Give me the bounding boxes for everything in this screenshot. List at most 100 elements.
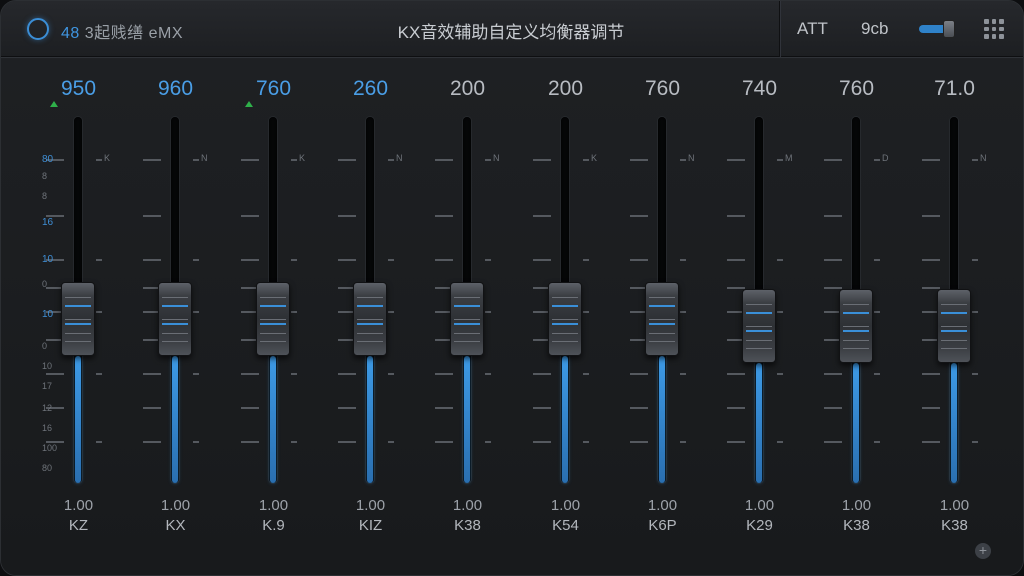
fader-knob[interactable] [450,282,484,356]
scale-tick [680,259,686,261]
scale-tick [291,373,297,375]
master-toggle[interactable] [919,20,955,38]
scale-tick [972,159,978,161]
scale-tick [388,259,394,261]
band-frequency[interactable]: 960 [127,77,224,101]
toggle-knob[interactable] [943,20,955,38]
scale-tick [824,441,842,443]
scale-label: 10 [42,309,54,320]
fader-channel-1: 950 K 1.00 KZ 80 8 8 16 10 0 10 0 10 17 12 16 100 80 [30,59,127,575]
scale-tick [291,159,297,161]
level-fill [756,363,762,483]
scale-tick [777,311,783,313]
scale-tick [630,407,648,409]
scale-tick [533,159,551,161]
scale-label: 10 [42,361,53,371]
power-ring-icon[interactable] [27,18,49,40]
scale-tick [485,311,491,313]
scale-tick [777,441,783,443]
top-bar: 48 3起贱缮 eMX KX音效辅助自定义均衡器调节 ATT 9cb [1,1,1023,57]
gain-readout[interactable]: 9cb [861,19,888,39]
fader-knob[interactable] [256,282,290,356]
scale-tick [291,259,297,261]
level-fill [75,356,81,483]
scale-label: 100 [42,443,58,453]
brand-number: 48 [61,25,80,42]
scale-tick [824,159,842,161]
scale-tick [96,441,102,443]
scale-tick [533,407,551,409]
scale-tick [583,311,589,313]
fader-knob[interactable] [645,282,679,356]
band-gain[interactable]: 1.00 [419,497,516,514]
scale-label: N [201,153,208,163]
fader-knob[interactable] [937,289,971,363]
fader-knob[interactable] [548,282,582,356]
scale-tick [435,159,453,161]
scale-label: 80 [42,463,53,473]
band-frequency[interactable]: 760 [225,77,322,101]
band-frequency[interactable]: 950 [30,77,127,101]
scale-tick [583,159,589,161]
scale-tick [727,407,745,409]
scale-label: 17 [42,381,53,391]
scale-tick [143,259,161,261]
scale-tick [485,259,491,261]
level-fill [853,363,859,483]
band-gain[interactable]: 1.00 [127,497,224,514]
scale-tick [143,373,161,375]
grid-icon[interactable] [983,18,1005,40]
scale-tick [193,159,199,161]
band-gain[interactable]: 1.00 [711,497,808,514]
scale-tick [533,441,551,443]
scale-tick [435,215,453,217]
band-gain[interactable]: 1.00 [614,497,711,514]
scale-label: 0 [42,279,48,289]
band-gain[interactable]: 1.00 [517,497,614,514]
scale-tick [485,159,491,161]
band-gain[interactable]: 1.00 [906,497,1003,514]
band-gain[interactable]: 1.00 [30,497,127,514]
band-gain[interactable]: 1.00 [322,497,419,514]
scale-tick [485,373,491,375]
scale-tick [824,259,842,261]
fader-knob[interactable] [839,289,873,363]
scale-tick [922,441,940,443]
band-name: K54 [552,517,579,534]
fader-knob[interactable] [353,282,387,356]
scale-tick [680,159,686,161]
scale-tick [241,407,259,409]
band-gain[interactable]: 1.00 [808,497,905,514]
scale-tick [241,441,259,443]
band-frequency[interactable]: 71.0 [906,77,1003,101]
fader-knob[interactable] [158,282,192,356]
fader-knob[interactable] [61,282,95,356]
scale-tick [727,159,745,161]
scale-tick [630,215,648,217]
level-fill [951,363,957,483]
band-frequency[interactable]: 200 [419,77,516,101]
band-gain[interactable]: 1.00 [225,497,322,514]
band-frequency[interactable]: 260 [322,77,419,101]
scale-tick [143,407,161,409]
band-frequency[interactable]: 740 [711,77,808,101]
band-name: KX [165,517,186,534]
scale-tick [824,373,842,375]
add-icon[interactable]: + [975,543,991,559]
band-frequency[interactable]: 200 [517,77,614,101]
fader-channel-8: 740 M 1.00 K29 [711,59,808,575]
scale-tick [338,215,356,217]
scale-tick [630,259,648,261]
band-frequency[interactable]: 760 [808,77,905,101]
att-button[interactable]: ATT [797,19,828,39]
scale-tick [485,441,491,443]
scale-tick [143,441,161,443]
fader-channel-7: 760 N 1.00 K6P [614,59,711,575]
scale-tick [435,441,453,443]
scale-tick [874,159,880,161]
scale-tick [922,259,940,261]
scale-tick [630,373,648,375]
fader-knob[interactable] [742,289,776,363]
band-frequency[interactable]: 760 [614,77,711,101]
scale-tick [583,373,589,375]
